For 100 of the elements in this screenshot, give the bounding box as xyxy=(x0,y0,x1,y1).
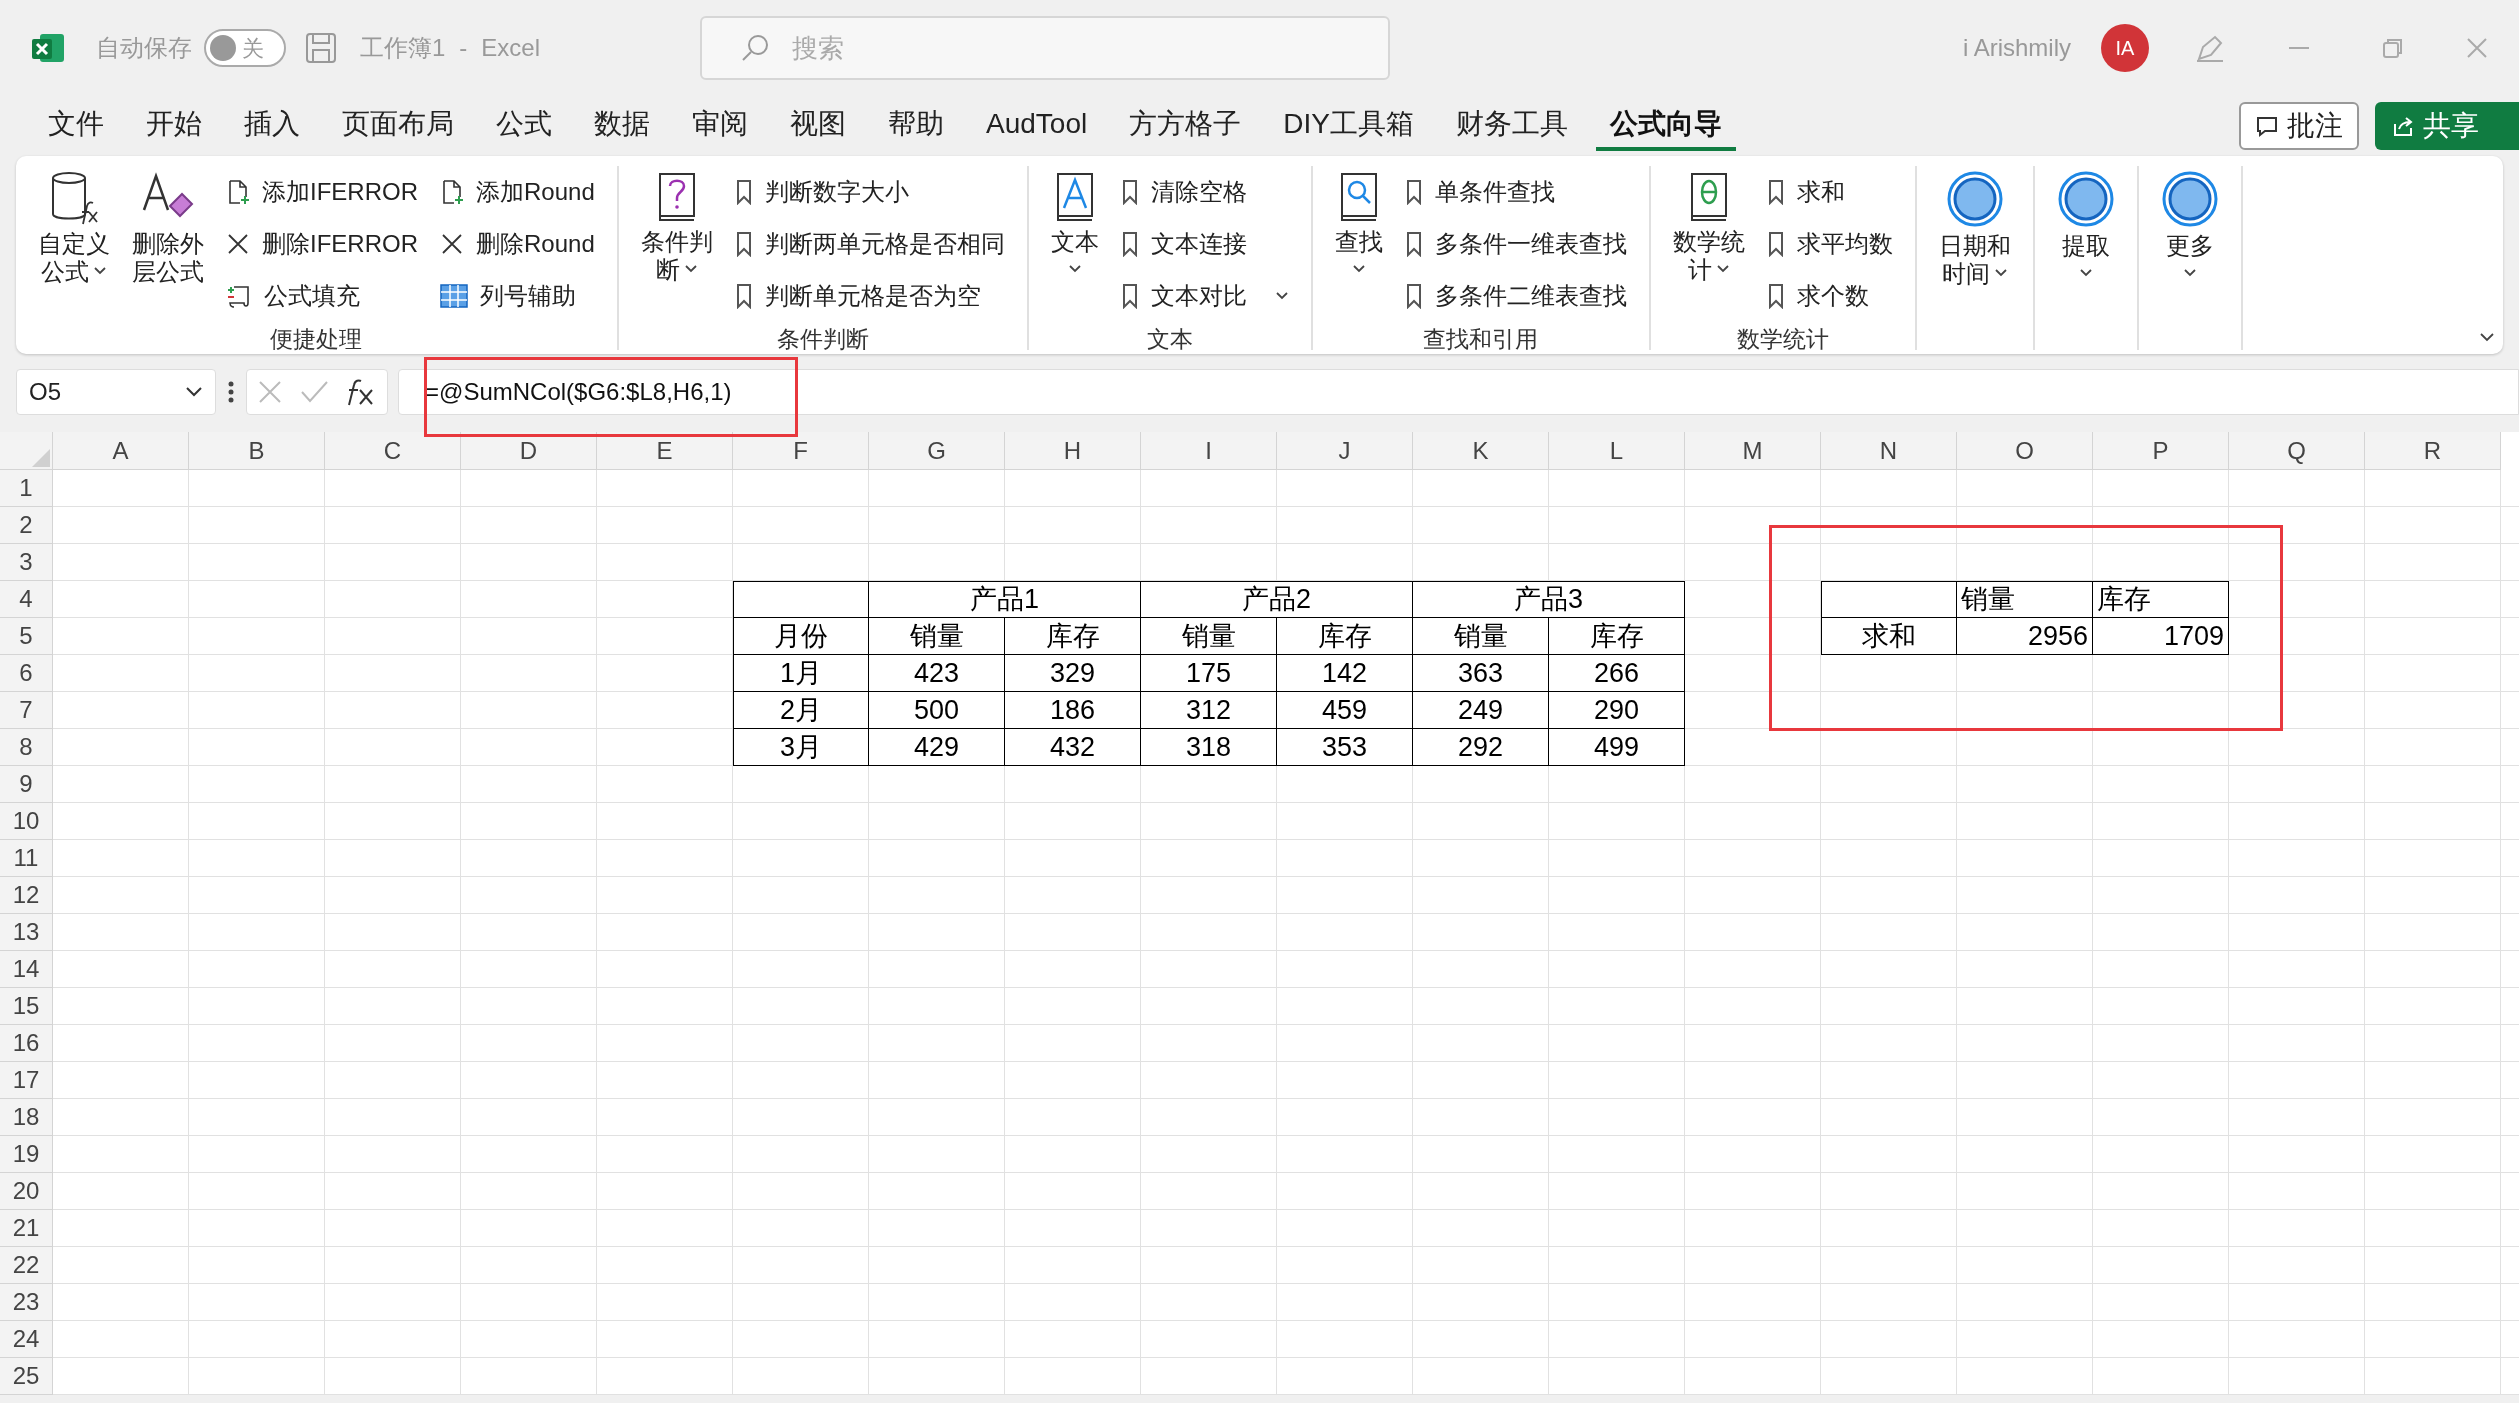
share-button[interactable]: 共享 xyxy=(2375,102,2519,150)
ribbon-command[interactable]: 判断数字大小 xyxy=(734,166,1005,218)
ribbon-command[interactable]: 列号辅助 xyxy=(440,270,595,322)
collapse-chevron-icon[interactable] xyxy=(2479,332,2495,342)
ribbon-command[interactable]: 删除IFERROR xyxy=(226,218,418,270)
row-header[interactable]: 15 xyxy=(0,988,53,1025)
restore-icon[interactable] xyxy=(2381,36,2405,60)
ribbon-large-button[interactable]: 自定义 公式 xyxy=(38,166,110,286)
close-icon[interactable] xyxy=(2465,36,2489,60)
bookmark-icon xyxy=(1120,179,1139,205)
ribbon-large-button[interactable]: 数学统 计 xyxy=(1672,166,1745,284)
share-icon xyxy=(2391,114,2415,138)
column-header[interactable]: O xyxy=(1957,432,2093,470)
row-header[interactable]: 12 xyxy=(0,877,53,914)
row-header[interactable]: 3 xyxy=(0,544,53,581)
bookmark-icon xyxy=(1120,283,1139,309)
ribbon-tab[interactable]: 财务工具 xyxy=(1441,101,1582,151)
row-header[interactable]: 19 xyxy=(0,1136,53,1173)
row-header[interactable]: 24 xyxy=(0,1321,53,1358)
ribbon-tab[interactable]: 帮助 xyxy=(874,101,958,151)
ribbon-tab[interactable]: 方方格子 xyxy=(1115,101,1256,151)
column-header[interactable]: P xyxy=(2093,432,2229,470)
ribbon-command[interactable]: 多条件一维表查找 xyxy=(1404,218,1627,270)
ribbon-tab[interactable]: 公式 xyxy=(482,101,566,151)
ribbon-command[interactable]: 判断单元格是否为空 xyxy=(734,270,1005,322)
row-header[interactable]: 14 xyxy=(0,951,53,988)
row-header[interactable]: 17 xyxy=(0,1062,53,1099)
row-header[interactable]: 20 xyxy=(0,1173,53,1210)
ribbon-command[interactable]: 添加Round xyxy=(440,166,595,218)
row-header[interactable]: 13 xyxy=(0,914,53,951)
ribbon-command[interactable]: 求平均数 xyxy=(1766,218,1893,270)
column-header[interactable]: M xyxy=(1685,432,1821,470)
ribbon-command[interactable]: 判断两单元格是否相同 xyxy=(734,218,1005,270)
ribbon-large-button[interactable]: 删除外 层公式 xyxy=(132,166,204,286)
ribbon-large-button[interactable]: 更多 xyxy=(2160,166,2219,278)
column-header[interactable]: C xyxy=(325,432,461,470)
row-header[interactable]: 1 xyxy=(0,470,53,507)
row-header[interactable]: 21 xyxy=(0,1210,53,1247)
table-cell: 3月 xyxy=(733,729,869,766)
column-header[interactable]: I xyxy=(1141,432,1277,470)
row-header[interactable]: 6 xyxy=(0,655,53,692)
row-header[interactable]: 25 xyxy=(0,1358,53,1395)
confirm-check-icon[interactable] xyxy=(299,379,329,405)
ribbon-command[interactable]: 公式填充 xyxy=(226,270,418,322)
column-header[interactable]: R xyxy=(2365,432,2501,470)
row-header[interactable]: 18 xyxy=(0,1099,53,1136)
column-header[interactable]: G xyxy=(869,432,1005,470)
ribbon-command[interactable]: 单条件查找 xyxy=(1404,166,1627,218)
row-header[interactable]: 11 xyxy=(0,840,53,877)
ribbon-tab[interactable]: 文件 xyxy=(34,101,118,151)
row-header[interactable]: 23 xyxy=(0,1284,53,1321)
name-box[interactable]: O5 xyxy=(16,369,216,415)
ribbon-command[interactable]: 清除空格 xyxy=(1120,166,1289,218)
row-header[interactable]: 7 xyxy=(0,692,53,729)
ribbon-tab[interactable]: 审阅 xyxy=(678,101,762,151)
ribbon-command[interactable]: 文本连接 xyxy=(1120,218,1289,270)
row-header[interactable]: 4 xyxy=(0,581,53,618)
column-header[interactable]: F xyxy=(733,432,869,470)
ribbon-tab[interactable]: 页面布局 xyxy=(328,101,468,151)
ribbon-tab[interactable]: 视图 xyxy=(776,101,860,151)
row-header[interactable]: 9 xyxy=(0,766,53,803)
ribbon-large-button[interactable]: 提取 xyxy=(2056,166,2115,278)
ribbon-large-button[interactable]: 条件判 断 xyxy=(640,166,713,284)
search-field[interactable]: 搜索 xyxy=(700,16,1391,80)
ribbon-tab[interactable]: 插入 xyxy=(230,101,314,151)
ribbon-command[interactable]: 文本对比 xyxy=(1120,270,1289,322)
row-header[interactable]: 16 xyxy=(0,1025,53,1062)
ribbon-command[interactable]: 多条件二维表查找 xyxy=(1404,270,1627,322)
save-icon[interactable] xyxy=(304,31,338,65)
row-header[interactable]: 8 xyxy=(0,729,53,766)
ribbon-command[interactable]: 求和 xyxy=(1766,166,1893,218)
column-header[interactable]: J xyxy=(1277,432,1413,470)
row-header[interactable]: 2 xyxy=(0,507,53,544)
column-header[interactable]: H xyxy=(1005,432,1141,470)
ribbon-large-button[interactable]: 文本 xyxy=(1050,166,1099,274)
column-header[interactable]: N xyxy=(1821,432,1957,470)
column-header[interactable]: B xyxy=(189,432,325,470)
bookmark-icon xyxy=(1766,283,1785,309)
ribbon-tab[interactable]: 公式向导 xyxy=(1595,101,1736,151)
row-header[interactable]: 5 xyxy=(0,618,53,655)
ribbon-command[interactable]: 求个数 xyxy=(1766,270,1893,322)
ribbon-large-button[interactable]: 日期和 时间 xyxy=(1938,166,2011,288)
ribbon-command[interactable]: 删除Round xyxy=(440,218,595,270)
column-header[interactable]: L xyxy=(1549,432,1685,470)
formula-input[interactable]: =@SumNCol($G6:$L8,H6,1) xyxy=(398,369,2519,415)
column-header[interactable]: Q xyxy=(2229,432,2365,470)
column-header[interactable]: K xyxy=(1413,432,1549,470)
ribbon-command[interactable]: 添加IFERROR xyxy=(226,166,418,218)
cancel-icon[interactable] xyxy=(257,379,283,405)
ribbon-tab[interactable]: DIY工具箱 xyxy=(1269,101,1428,151)
ribbon-tab[interactable]: 开始 xyxy=(132,101,216,151)
row-header[interactable]: 22 xyxy=(0,1247,53,1284)
user-avatar[interactable]: IA xyxy=(2101,24,2149,72)
cylinder-function-icon xyxy=(49,170,99,226)
ribbon-tab[interactable]: 数据 xyxy=(580,101,664,151)
row-header[interactable]: 10 xyxy=(0,803,53,840)
comment-button[interactable]: 批注 xyxy=(2239,102,2359,150)
ribbon-large-button[interactable]: 查找 xyxy=(1334,166,1383,274)
column-header[interactable]: A xyxy=(53,432,189,470)
ribbon-tab[interactable]: AudTool xyxy=(972,101,1102,151)
